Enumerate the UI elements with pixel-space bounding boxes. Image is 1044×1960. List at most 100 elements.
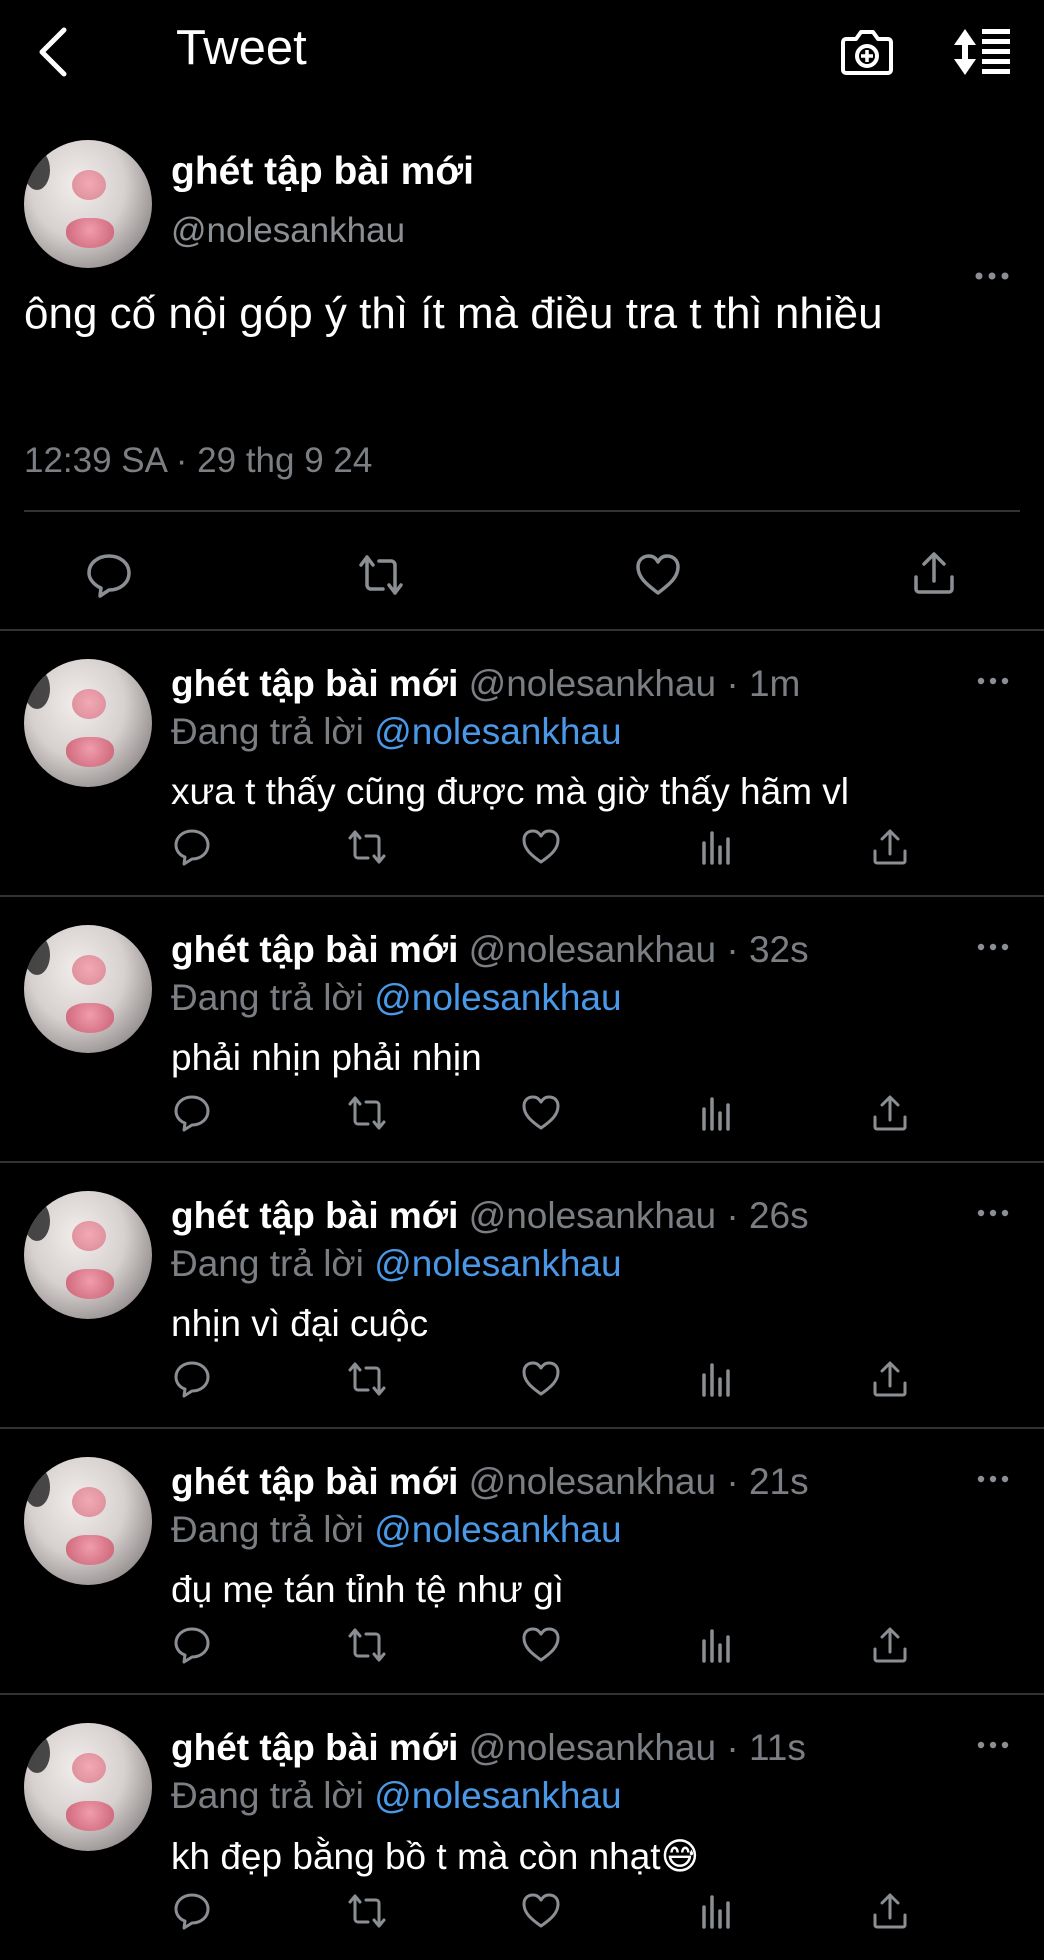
reply-text: phải nhịn phải nhịn	[171, 1037, 482, 1078]
reply-meta: @nolesankhau · 26s	[468, 1195, 809, 1236]
share-icon[interactable]	[870, 827, 910, 867]
more-options-icon[interactable]	[976, 1739, 1010, 1751]
avatar-mouth	[66, 1801, 114, 1831]
author-handle[interactable]: @nolesankhau	[171, 211, 405, 251]
reply-header: ghét tập bài mới @nolesankhau · 1m	[171, 663, 800, 705]
retweet-icon[interactable]	[347, 1093, 387, 1133]
camera-plus-icon[interactable]	[840, 25, 894, 79]
avatar-spot	[24, 1733, 50, 1773]
avatar-nose	[72, 1487, 106, 1517]
author-name[interactable]: ghét tập bài mới	[171, 150, 474, 194]
reply-icon[interactable]	[172, 827, 212, 867]
reply-meta: @nolesankhau · 1m	[468, 663, 801, 704]
reply-icon[interactable]	[172, 1891, 212, 1931]
author-name[interactable]: ghét tập bài mới	[171, 929, 458, 970]
reply-tweet[interactable]: ghét tập bài mới @nolesankhau · 21s Đang …	[0, 1429, 1044, 1694]
author-name[interactable]: ghét tập bài mới	[171, 663, 458, 704]
avatar[interactable]	[24, 659, 152, 787]
more-options-icon[interactable]	[976, 675, 1010, 687]
mention-link[interactable]: @nolesankhau	[374, 711, 621, 752]
avatar-nose	[72, 955, 106, 985]
mention-link[interactable]: @nolesankhau	[374, 1243, 621, 1284]
reply-text: đụ mẹ tán tỉnh tệ như gì	[171, 1569, 564, 1610]
mention-link[interactable]: @nolesankhau	[374, 977, 621, 1018]
avatar-nose	[72, 1221, 106, 1251]
divider	[24, 510, 1020, 512]
replying-prefix: Đang trả lời	[171, 1243, 364, 1284]
retweet-icon[interactable]	[347, 827, 387, 867]
reply-tweet[interactable]: ghét tập bài mới @nolesankhau · 11s Đang …	[0, 1695, 1044, 1960]
like-icon[interactable]	[634, 551, 682, 599]
like-icon[interactable]	[521, 1359, 561, 1399]
reply-text: kh đẹp bằng bồ t mà còn nhạt😅	[171, 1836, 700, 1877]
more-options-icon[interactable]	[974, 270, 1010, 282]
reply-header: ghét tập bài mới @nolesankhau · 21s	[171, 1461, 809, 1503]
avatar-spot	[24, 150, 50, 190]
reply-header: ghét tập bài mới @nolesankhau · 11s	[171, 1727, 806, 1769]
retweet-icon[interactable]	[347, 1625, 387, 1665]
like-icon[interactable]	[521, 1625, 561, 1665]
views-icon[interactable]	[696, 1093, 736, 1133]
sort-list-icon[interactable]	[950, 25, 1012, 79]
replying-prefix: Đang trả lời	[171, 1509, 364, 1550]
avatar-nose	[72, 689, 106, 719]
views-icon[interactable]	[696, 1359, 736, 1399]
avatar-mouth	[66, 218, 114, 248]
reply-icon[interactable]	[172, 1093, 212, 1133]
more-options-icon[interactable]	[976, 1473, 1010, 1485]
reply-tweet[interactable]: ghét tập bài mới @nolesankhau · 26s Đang …	[0, 1163, 1044, 1428]
chevron-left-icon[interactable]	[32, 24, 76, 80]
reply-icon[interactable]	[85, 551, 133, 599]
replying-prefix: Đang trả lời	[171, 1775, 364, 1816]
reply-text: nhịn vì đại cuộc	[171, 1303, 429, 1344]
replying-to: Đang trả lời @nolesankhau	[171, 1509, 622, 1551]
reply-tweet[interactable]: ghét tập bài mới @nolesankhau · 32s Đang …	[0, 897, 1044, 1162]
avatar[interactable]	[24, 140, 152, 268]
replying-to: Đang trả lời @nolesankhau	[171, 977, 622, 1019]
views-icon[interactable]	[696, 827, 736, 867]
avatar-nose	[72, 170, 106, 200]
retweet-icon[interactable]	[347, 1891, 387, 1931]
author-name[interactable]: ghét tập bài mới	[171, 1195, 458, 1236]
like-icon[interactable]	[521, 827, 561, 867]
avatar-spot	[24, 1467, 50, 1507]
author-name[interactable]: ghét tập bài mới	[171, 1461, 458, 1502]
replying-to: Đang trả lời @nolesankhau	[171, 1775, 622, 1817]
avatar[interactable]	[24, 1723, 152, 1851]
share-icon[interactable]	[870, 1359, 910, 1399]
avatar-nose	[72, 1753, 106, 1783]
retweet-icon[interactable]	[347, 1359, 387, 1399]
share-icon[interactable]	[870, 1625, 910, 1665]
more-options-icon[interactable]	[976, 941, 1010, 953]
like-icon[interactable]	[521, 1891, 561, 1931]
top-bar: Tweet	[0, 0, 1044, 105]
replying-prefix: Đang trả lời	[171, 711, 364, 752]
reply-icon[interactable]	[172, 1625, 212, 1665]
reply-meta: @nolesankhau · 32s	[468, 929, 809, 970]
like-icon[interactable]	[521, 1093, 561, 1133]
views-icon[interactable]	[696, 1891, 736, 1931]
more-options-icon[interactable]	[976, 1207, 1010, 1219]
author-name[interactable]: ghét tập bài mới	[171, 1727, 458, 1768]
avatar[interactable]	[24, 1457, 152, 1585]
share-icon[interactable]	[870, 1891, 910, 1931]
share-icon[interactable]	[910, 549, 958, 597]
reply-header: ghét tập bài mới @nolesankhau · 26s	[171, 1195, 809, 1237]
page-title: Tweet	[176, 21, 307, 75]
mention-link[interactable]: @nolesankhau	[374, 1509, 621, 1550]
retweet-icon[interactable]	[357, 551, 405, 599]
reply-tweet[interactable]: ghét tập bài mới @nolesankhau · 1m Đang t…	[0, 631, 1044, 896]
share-icon[interactable]	[870, 1093, 910, 1133]
avatar[interactable]	[24, 925, 152, 1053]
avatar[interactable]	[24, 1191, 152, 1319]
avatar-mouth	[66, 1535, 114, 1565]
tweet-actions	[0, 535, 1044, 615]
reply-text: xưa t thấy cũng được mà giờ thấy hãm vl	[171, 771, 850, 812]
mention-link[interactable]: @nolesankhau	[374, 1775, 621, 1816]
reply-header: ghét tập bài mới @nolesankhau · 32s	[171, 929, 809, 971]
views-icon[interactable]	[696, 1625, 736, 1665]
avatar-spot	[24, 935, 50, 975]
tweet-timestamp: 12:39 SA · 29 thg 9 24	[24, 441, 373, 480]
avatar-mouth	[66, 1269, 114, 1299]
reply-icon[interactable]	[172, 1359, 212, 1399]
